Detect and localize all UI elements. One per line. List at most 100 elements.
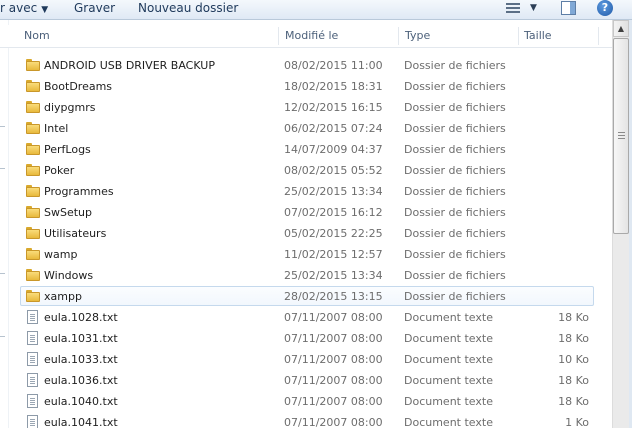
file-name: Utilisateurs (44, 227, 107, 240)
vertical-scrollbar[interactable]: ▲ (612, 20, 629, 428)
file-modified: 12/02/2015 16:15 (284, 101, 383, 114)
file-type: Dossier de fichiers (404, 290, 506, 303)
file-modified: 07/11/2007 08:00 (284, 311, 383, 324)
folder-row[interactable]: diypgmrs 12/02/2015 16:15 Dossier de fic… (20, 97, 594, 117)
text-document-icon (27, 352, 38, 366)
file-name: xampp (44, 290, 82, 303)
folder-row[interactable]: SwSetup 07/02/2015 16:12 Dossier de fich… (20, 202, 594, 222)
file-modified: 28/02/2015 13:15 (284, 290, 383, 303)
file-type: Dossier de fichiers (404, 248, 506, 261)
file-type: Document texte (404, 353, 493, 366)
folder-row[interactable]: Windows 25/02/2015 13:34 Dossier de fich… (20, 265, 594, 285)
file-type: Dossier de fichiers (404, 59, 506, 72)
file-type: Dossier de fichiers (404, 227, 506, 240)
file-modified: 07/11/2007 08:00 (284, 332, 383, 345)
folder-icon (26, 80, 40, 93)
text-document-icon (27, 415, 38, 428)
command-bar: r avec ▼ Graver Nouveau dossier ▼ ? (0, 0, 632, 20)
folder-icon (26, 290, 40, 303)
file-row[interactable]: eula.1028.txt 07/11/2007 08:00 Document … (20, 307, 594, 327)
column-header-type[interactable]: Type (401, 25, 518, 47)
folder-icon (26, 101, 40, 114)
file-name: Windows (44, 269, 94, 282)
folder-row[interactable]: Intel 06/02/2015 07:24 Dossier de fichie… (20, 118, 594, 138)
text-document-icon (27, 310, 38, 324)
folder-row[interactable]: Programmes 25/02/2015 13:34 Dossier de f… (20, 181, 594, 201)
text-document-icon (27, 331, 38, 345)
file-name: diypgmrs (44, 101, 96, 114)
file-modified: 18/02/2015 18:31 (284, 80, 383, 93)
file-type: Dossier de fichiers (404, 80, 506, 93)
folder-row[interactable]: xampp 28/02/2015 13:15 Dossier de fichie… (20, 286, 594, 306)
column-header-name[interactable]: Nom (20, 25, 278, 47)
file-name: eula.1036.txt (44, 374, 118, 387)
folder-icon (26, 227, 40, 240)
file-size: 1 Ko (565, 416, 589, 428)
file-type: Dossier de fichiers (404, 185, 506, 198)
text-document-icon (27, 373, 38, 387)
folder-icon (26, 122, 40, 135)
file-modified: 07/11/2007 08:00 (284, 353, 383, 366)
file-modified: 08/02/2015 11:00 (284, 59, 383, 72)
text-document-icon (27, 394, 38, 408)
file-row[interactable]: eula.1036.txt 07/11/2007 08:00 Document … (20, 370, 594, 390)
column-header-size[interactable]: Taille (520, 25, 600, 47)
folder-icon (26, 206, 40, 219)
file-row[interactable]: eula.1040.txt 07/11/2007 08:00 Document … (20, 391, 594, 411)
file-name: eula.1033.txt (44, 353, 118, 366)
file-modified: 06/02/2015 07:24 (284, 122, 383, 135)
file-type: Dossier de fichiers (404, 206, 506, 219)
file-name: BootDreams (44, 80, 113, 93)
folder-icon (26, 164, 40, 177)
file-size: 18 Ko (558, 374, 589, 387)
file-size: 18 Ko (558, 311, 589, 324)
views-dropdown-chevron-icon[interactable]: ▼ (530, 0, 537, 16)
folder-icon (26, 143, 40, 156)
file-name: ANDROID USB DRIVER BACKUP (44, 59, 215, 72)
file-size: 10 Ko (558, 353, 589, 366)
folder-row[interactable]: wamp 11/02/2015 12:57 Dossier de fichier… (20, 244, 594, 264)
file-modified: 05/02/2015 22:25 (284, 227, 383, 240)
file-name: eula.1040.txt (44, 395, 118, 408)
burn-button[interactable]: Graver (74, 1, 115, 16)
column-divider[interactable] (518, 27, 519, 45)
file-row[interactable]: eula.1033.txt 07/11/2007 08:00 Document … (20, 349, 594, 369)
help-icon[interactable]: ? (597, 0, 613, 16)
file-modified: 14/07/2009 04:37 (284, 143, 383, 156)
file-name: eula.1041.txt (44, 416, 118, 428)
column-divider[interactable] (598, 27, 599, 45)
folder-row[interactable]: Utilisateurs 05/02/2015 22:25 Dossier de… (20, 223, 594, 243)
file-name: eula.1031.txt (44, 332, 118, 345)
file-type: Dossier de fichiers (404, 101, 506, 114)
file-name: wamp (44, 248, 78, 261)
file-name: PerfLogs (44, 143, 91, 156)
preview-pane-icon[interactable] (561, 1, 576, 15)
folder-row[interactable]: PerfLogs 14/07/2009 04:37 Dossier de fic… (20, 139, 594, 159)
file-type: Document texte (404, 311, 493, 324)
file-row[interactable]: eula.1031.txt 07/11/2007 08:00 Document … (20, 328, 594, 348)
file-name: SwSetup (44, 206, 92, 219)
file-type: Dossier de fichiers (404, 164, 506, 177)
file-size: 18 Ko (558, 332, 589, 345)
views-icon[interactable] (505, 0, 521, 16)
file-name: Intel (44, 122, 69, 135)
chevron-down-icon: ▼ (41, 5, 49, 15)
folder-row[interactable]: Poker 08/02/2015 05:52 Dossier de fichie… (20, 160, 594, 180)
column-divider[interactable] (278, 27, 279, 45)
column-divider[interactable] (398, 27, 399, 45)
scroll-up-arrow-icon[interactable]: ▲ (613, 20, 629, 37)
new-folder-button[interactable]: Nouveau dossier (138, 1, 238, 16)
open-with-label: r avec (0, 1, 38, 15)
folder-row[interactable]: BootDreams 18/02/2015 18:31 Dossier de f… (20, 76, 594, 96)
file-modified: 08/02/2015 05:52 (284, 164, 383, 177)
scrollbar-thumb[interactable] (613, 38, 629, 234)
folder-row[interactable]: ANDROID USB DRIVER BACKUP 08/02/2015 11:… (20, 55, 594, 75)
file-row[interactable]: eula.1041.txt 07/11/2007 08:00 Document … (20, 412, 594, 428)
file-type: Dossier de fichiers (404, 143, 506, 156)
file-modified: 07/11/2007 08:00 (284, 395, 383, 408)
folder-icon (26, 185, 40, 198)
column-header-modified[interactable]: Modifié le (281, 25, 398, 47)
open-with-button[interactable]: r avec ▼ (0, 1, 48, 16)
file-type: Dossier de fichiers (404, 122, 506, 135)
file-modified: 07/11/2007 08:00 (284, 374, 383, 387)
